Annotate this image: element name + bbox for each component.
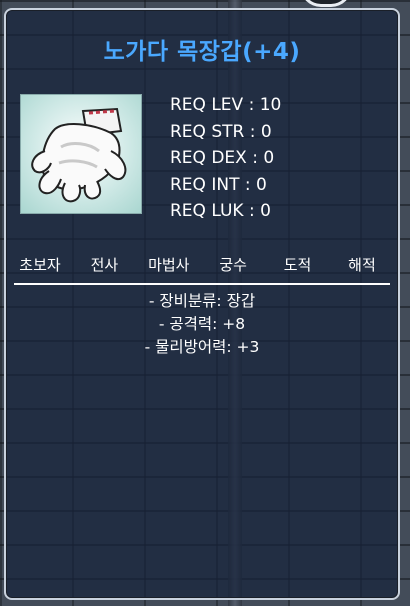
req-luk: REQ LUK : 0 xyxy=(170,201,271,221)
job-magician: 마법사 xyxy=(148,256,190,274)
job-beginner: 초보자 xyxy=(19,256,61,274)
job-list: 초보자 전사 마법사 궁수 도적 해적 xyxy=(6,254,398,278)
req-str: REQ STR : 0 xyxy=(170,121,272,142)
item-name: 노가다 목장갑(+4) xyxy=(103,39,301,65)
item-tooltip: 노가다 목장갑(+4) REQ LEV : 10 REQ STR : 0 REQ… xyxy=(4,8,400,600)
top-ring-decoration xyxy=(300,0,352,7)
req-dex: REQ DEX : 0 xyxy=(170,148,275,168)
job-warrior: 전사 xyxy=(90,256,119,274)
requirements-list: REQ LEV : 10 REQ STR : 0 REQ DEX : 0 REQ… xyxy=(170,92,281,225)
req-int: REQ INT : 0 xyxy=(170,174,267,195)
job-thief: 도적 xyxy=(283,256,312,274)
divider xyxy=(14,283,390,285)
stat-attack: - 공격력: +8 xyxy=(158,315,246,333)
stat-category: - 장비분류: 장갑 xyxy=(148,292,256,310)
stat-defense: - 물리방어력: +3 xyxy=(144,338,260,356)
item-stats: - 장비분류: 장갑 - 공격력: +8 - 물리방어력: +3 xyxy=(6,290,398,359)
req-level: REQ LEV : 10 xyxy=(170,95,282,115)
item-icon-frame xyxy=(20,94,142,214)
job-pirate: 해적 xyxy=(348,256,376,274)
job-bowman: 궁수 xyxy=(219,256,247,274)
white-work-glove-icon xyxy=(31,107,127,203)
